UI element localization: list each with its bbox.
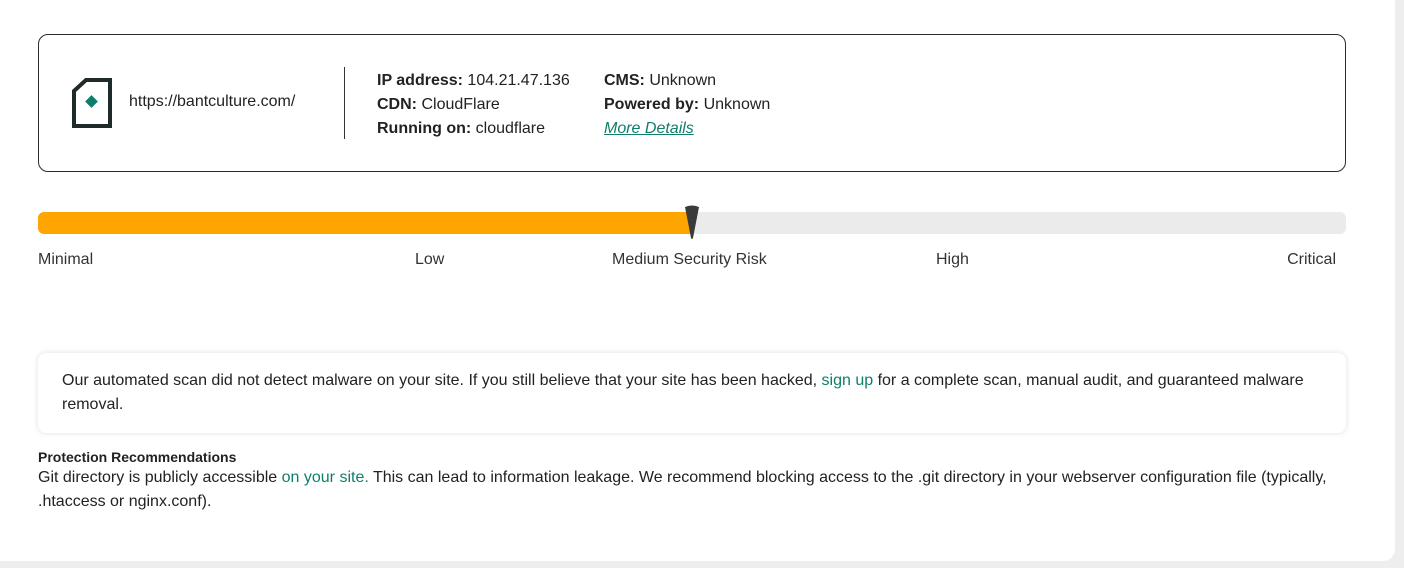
ip-label: IP address: <box>377 72 463 89</box>
risk-meter-fill <box>38 212 692 234</box>
divider <box>344 67 345 139</box>
sign-up-link[interactable]: sign up <box>822 372 874 389</box>
cms-value: Unknown <box>649 72 717 89</box>
powered-by-row: Powered by: Unknown <box>604 93 770 117</box>
running-label: Running on: <box>377 120 472 137</box>
network-info: IP address: 104.21.47.136 CDN: CloudFlar… <box>377 69 570 141</box>
cms-label: CMS: <box>604 72 645 89</box>
on-your-site-link[interactable]: on your site. <box>282 469 369 486</box>
ip-value: 104.21.47.136 <box>467 72 570 89</box>
recommendation-text: Git directory is publicly accessible on … <box>38 466 1338 514</box>
notice-text-start: Our automated scan did not detect malwar… <box>62 372 822 389</box>
rec-text-start: Git directory is publicly accessible <box>38 469 282 486</box>
running-value: cloudflare <box>475 120 546 137</box>
protection-recommendations: Protection Recommendations Git directory… <box>38 448 1338 514</box>
cdn-value: CloudFlare <box>421 96 500 113</box>
site-info-card: https://bantculture.com/ IP address: 104… <box>38 34 1346 172</box>
site-page-icon <box>72 78 112 128</box>
risk-label-minimal: Minimal <box>38 251 94 268</box>
ip-address-row: IP address: 104.21.47.136 <box>377 69 570 93</box>
risk-label-low: Low <box>415 251 445 268</box>
risk-label-medium: Medium Security Risk <box>612 251 767 268</box>
recommendations-title: Protection Recommendations <box>38 449 237 465</box>
cms-row: CMS: Unknown <box>604 69 770 93</box>
cdn-row: CDN: CloudFlare <box>377 93 570 117</box>
risk-label-high: High <box>936 251 969 268</box>
scan-result-notice: Our automated scan did not detect malwar… <box>38 353 1346 433</box>
cdn-label: CDN: <box>377 96 417 113</box>
powered-value: Unknown <box>703 96 771 113</box>
report-panel: https://bantculture.com/ IP address: 104… <box>0 0 1395 561</box>
more-details-link[interactable]: More Details <box>604 120 694 137</box>
risk-pointer-icon <box>685 205 699 239</box>
risk-label-critical: Critical <box>1287 251 1336 268</box>
site-url: https://bantculture.com/ <box>129 93 296 110</box>
running-on-row: Running on: cloudflare <box>377 117 570 141</box>
software-info: CMS: Unknown Powered by: Unknown More De… <box>604 69 770 141</box>
powered-label: Powered by: <box>604 96 700 113</box>
